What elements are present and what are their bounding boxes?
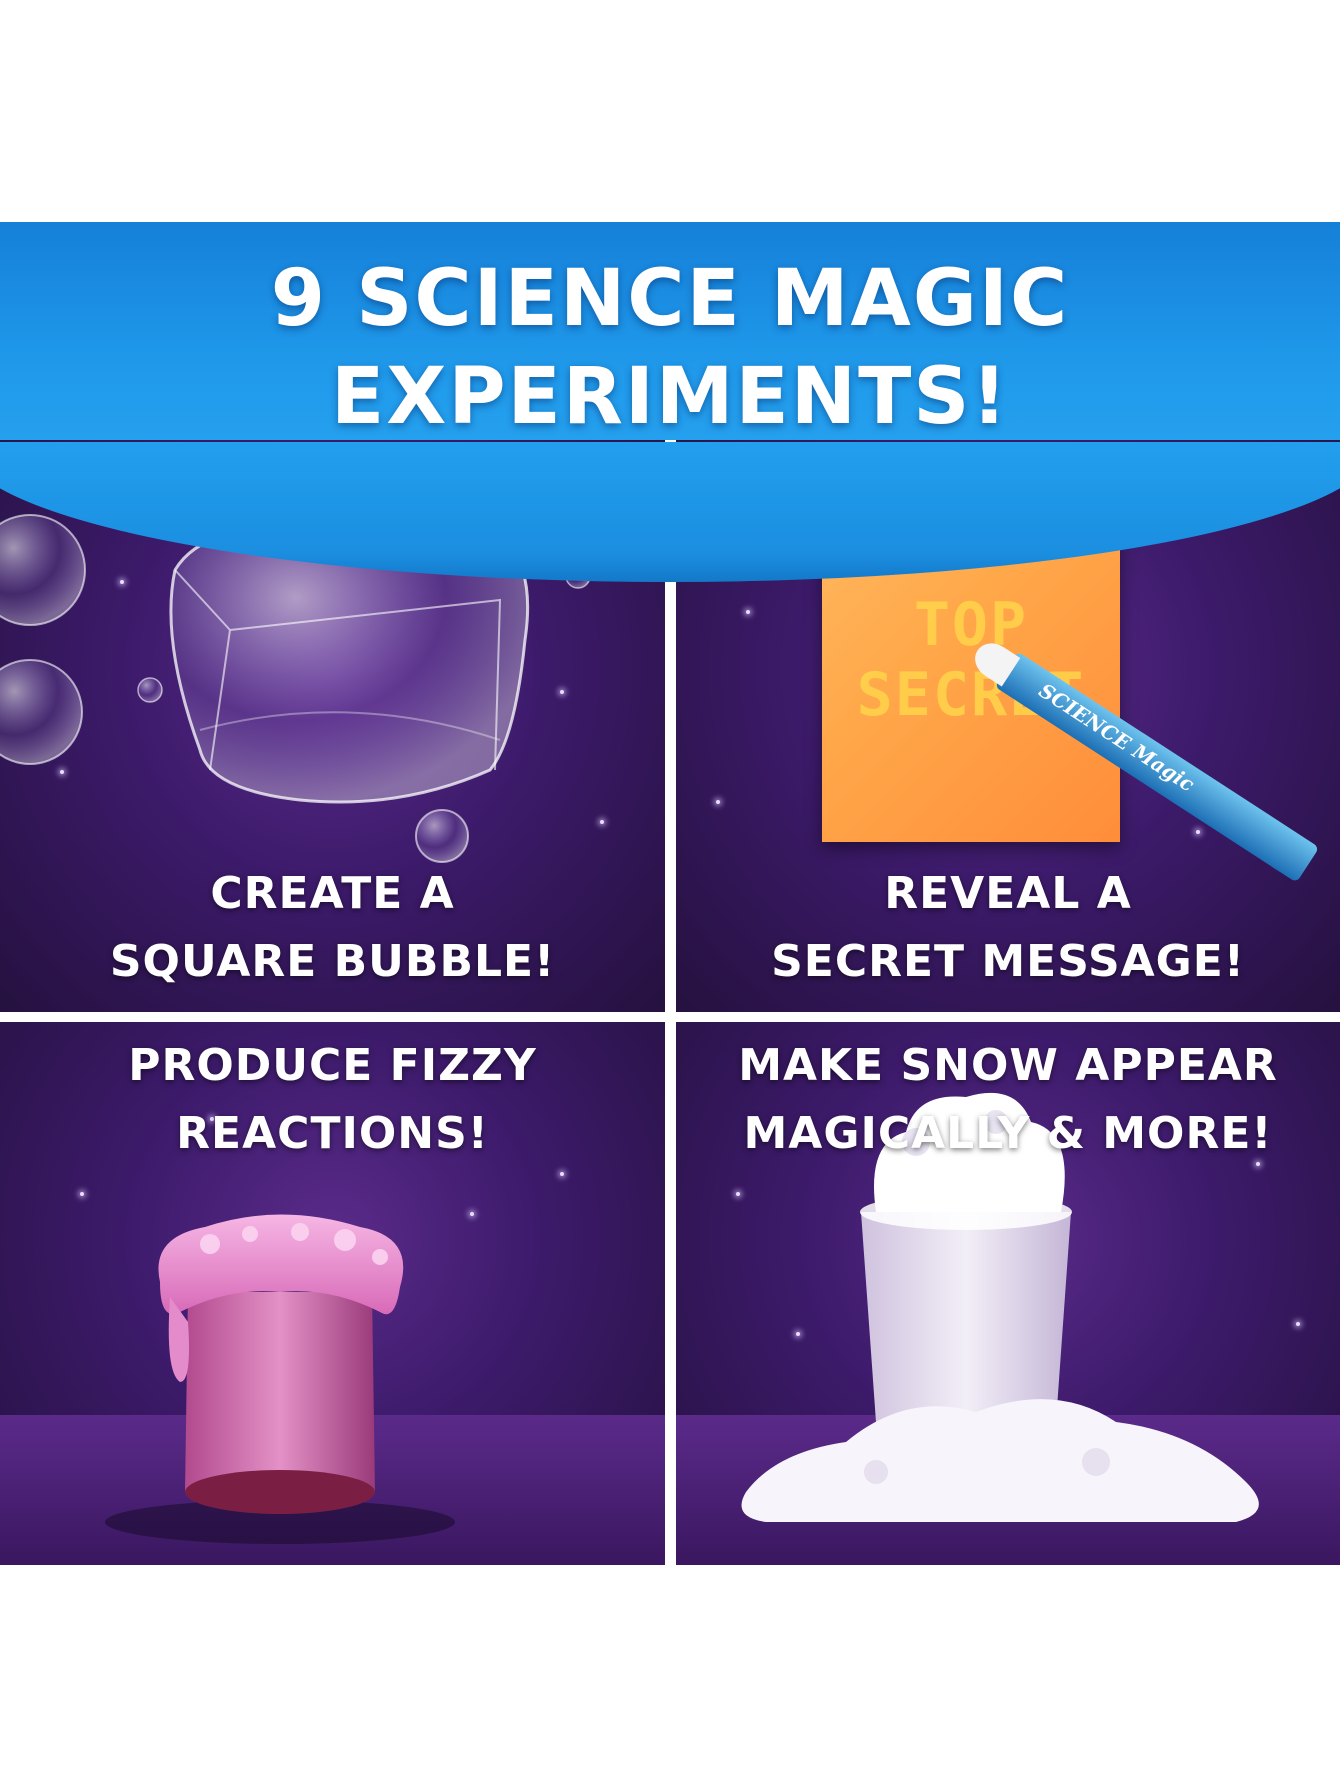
caption-line-2: SQUARE BUBBLE! xyxy=(109,936,556,987)
caption-line-1: REVEAL A xyxy=(884,868,1132,919)
caption-line-2: REACTIONS! xyxy=(176,1108,489,1159)
caption-line-1: CREATE A xyxy=(210,868,455,919)
panel-fizzy-reactions: PRODUCE FIZZY REACTIONS! xyxy=(0,1022,665,1565)
panel-snow: MAKE SNOW APPEAR MAGICALLY & MORE! xyxy=(676,1022,1340,1565)
sparkle-icon xyxy=(1196,830,1200,834)
sparkle-icon xyxy=(716,800,720,804)
caption-line-1: PRODUCE FIZZY xyxy=(128,1040,537,1091)
headline: 9 SCIENCE MAGIC EXPERIMENTS! xyxy=(0,250,1340,446)
caption-line-1: MAKE SNOW APPEAR xyxy=(738,1040,1278,1091)
caption-line-2: MAGICALLY & MORE! xyxy=(743,1108,1273,1159)
note-text-line-1: TOP xyxy=(913,590,1029,660)
headline-line-1: 9 SCIENCE MAGIC xyxy=(270,254,1070,344)
sparkle-icon xyxy=(746,610,750,614)
caption-line-2: SECRET MESSAGE! xyxy=(771,936,1245,987)
headline-line-2: EXPERIMENTS! xyxy=(330,352,1010,442)
